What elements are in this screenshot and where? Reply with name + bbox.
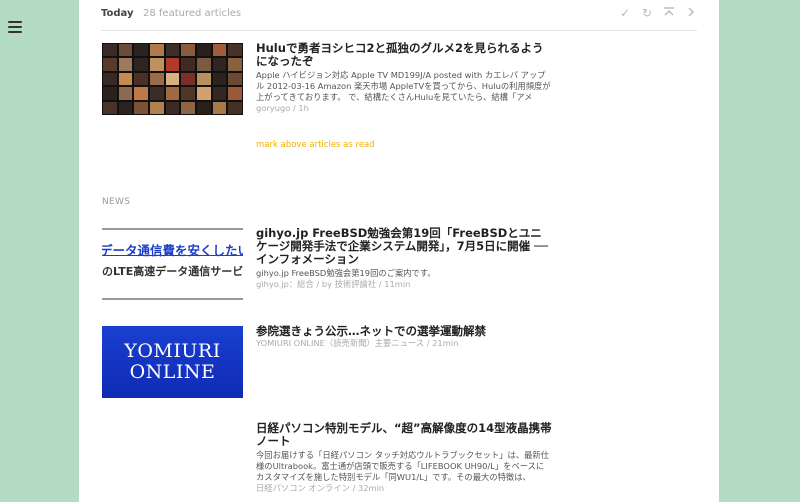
section-label-news: NEWS xyxy=(102,197,131,207)
article-snippet: 今回お届けする「日経パソコン タッチ対応ウルトラブックセット」は、最新仕様のUl… xyxy=(256,450,550,482)
thumb-underline xyxy=(102,255,243,256)
article-meta: goryugo / 1h xyxy=(256,103,309,113)
article-meta: 日経パソコン オンライン / 32min xyxy=(256,483,385,493)
article-title[interactable]: gihyo.jp FreeBSD勉強会第19回「FreeBSDとユニケージ開発手… xyxy=(256,227,552,266)
article-text: 参院選きょう公示…ネットでの選挙運動解禁 YOMIURI ONLINE（読売新聞… xyxy=(256,325,552,349)
article-title[interactable]: 参院選きょう公示…ネットでの選挙運動解禁 xyxy=(256,325,552,338)
hamburger-menu-icon[interactable] xyxy=(8,21,22,33)
logo-line: ONLINE xyxy=(129,361,216,383)
article-meta: YOMIURI ONLINE（読売新聞）主要ニュース / 21min xyxy=(256,338,459,348)
article-thumbnail[interactable] xyxy=(102,43,243,115)
article-snippet: gihyo.jp FreeBSD勉強会第19回のご案内です。 xyxy=(256,268,436,278)
article-text: 日経パソコン特別モデル、“超”高解像度の14型液晶携帯ノート 今回お届けする「日… xyxy=(256,422,552,494)
article-meta: gihyo.jp：総合 / by 技術評論社 / 11min xyxy=(256,279,411,289)
article-title[interactable]: Huluで勇者ヨシヒコ2と孤独のグルメ2を見られるようになったぞ xyxy=(256,42,552,68)
article-text: gihyo.jp FreeBSD勉強会第19回「FreeBSDとユニケージ開発手… xyxy=(256,227,552,290)
screenshot-image: データ通信費を安くしたい のLTE高速データ通信サービ xyxy=(102,228,243,300)
reader-panel: Today 28 featured articles ✓ ↻ Huluで勇者ヨシ… xyxy=(79,0,719,502)
menu-bar xyxy=(8,21,22,23)
mark-as-read-link[interactable]: mark above articles as read xyxy=(256,140,375,150)
article-text: Huluで勇者ヨシヒコ2と孤独のグルメ2を見られるようになったぞ Apple ハ… xyxy=(256,42,552,114)
thumb-text-line: データ通信費を安くしたい xyxy=(102,243,243,258)
chevron-right-icon[interactable] xyxy=(684,6,698,20)
menu-bar xyxy=(8,31,22,33)
article-title[interactable]: 日経パソコン特別モデル、“超”高解像度の14型液晶携帯ノート xyxy=(256,422,552,448)
collage-image xyxy=(102,43,243,115)
header-title: Today xyxy=(101,8,134,19)
featured-count: 28 featured articles xyxy=(143,8,242,19)
thumb-text-line: のLTE高速データ通信サービ xyxy=(102,265,243,278)
article-thumbnail[interactable]: データ通信費を安くしたい のLTE高速データ通信サービ xyxy=(102,228,243,300)
today-header: Today 28 featured articles ✓ ↻ xyxy=(101,0,697,31)
article-snippet: Apple ハイビジョン対応 Apple TV MD199J/A posted … xyxy=(256,70,551,102)
article-thumbnail[interactable]: YOMIURI ONLINE xyxy=(102,326,243,398)
check-icon[interactable]: ✓ xyxy=(618,6,632,20)
logo-line: YOMIURI xyxy=(124,340,221,362)
menu-bar xyxy=(8,26,22,28)
refresh-icon[interactable]: ↻ xyxy=(640,6,654,20)
collapse-up-icon[interactable] xyxy=(662,6,676,20)
yomiuri-logo: YOMIURI ONLINE xyxy=(102,326,243,398)
